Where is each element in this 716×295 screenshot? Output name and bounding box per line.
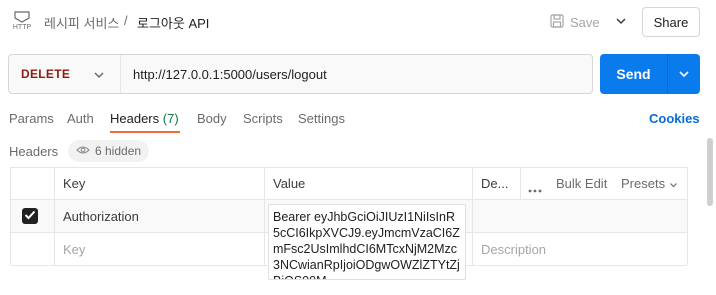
send-button[interactable]: Send [600,54,667,94]
table-row-checkbox-cell [11,233,55,266]
tab-scripts[interactable]: Scripts [243,111,283,126]
url-input[interactable] [129,55,584,93]
svg-text:HTTP: HTTP [13,24,32,31]
tab-auth[interactable]: Auth [67,111,94,126]
send-button-group: Send [600,54,700,94]
active-tab-indicator [110,131,180,133]
more-options-icon[interactable] [528,180,542,198]
cookies-link[interactable]: Cookies [649,111,700,126]
presets-dropdown[interactable]: Presets [621,176,678,191]
share-button[interactable]: Share [642,7,700,37]
headers-section-title: Headers [9,144,59,159]
tab-settings[interactable]: Settings [298,111,345,126]
chevron-down-icon [669,176,678,191]
bulk-edit-button[interactable]: Bulk Edit [556,176,607,191]
save-label: Save [570,14,600,30]
hidden-headers-label: 6 hidden [95,144,142,158]
header-description-cell[interactable] [473,200,687,233]
send-options-button[interactable] [667,54,700,94]
save-options-button[interactable] [609,9,633,33]
checkmark-icon [24,207,36,225]
table-header-checkbox-cell [11,168,55,200]
new-header-key-input[interactable]: Key [55,233,265,266]
tab-headers-count: (7) [162,111,179,126]
breadcrumb-separator: / [124,13,128,28]
vertical-scrollbar[interactable] [707,138,713,206]
new-header-description-input[interactable]: Description [473,233,687,266]
header-key-cell[interactable]: Authorization [55,200,265,233]
http-icon: HTTP [12,10,32,32]
request-header: HTTP 레시피 서비스 / 로그아웃 API Save Share [0,0,716,44]
tab-headers[interactable]: Headers (7) [110,111,179,126]
tab-params[interactable]: Params [9,111,54,126]
chevron-down-icon [615,12,627,30]
eye-icon [76,144,90,158]
header-value-editor[interactable]: Bearer eyJhbGciOiJIUzI1NiIsInR5cCI6IkpXV… [268,204,466,280]
presets-label: Presets [621,176,666,191]
column-header-key: Key [55,168,265,200]
tab-headers-label: Headers [110,111,160,126]
save-icon [550,13,564,31]
chevron-down-icon [678,65,690,83]
tab-body[interactable]: Body [197,111,227,126]
save-button[interactable]: Save [550,10,600,34]
column-header-value: Value [265,168,473,200]
request-title[interactable]: 로그아웃 API [137,13,209,32]
method-label: DELETE [21,67,71,81]
method-select[interactable]: DELETE [9,55,121,93]
header-enabled-checkbox[interactable] [22,208,38,224]
breadcrumb-collection[interactable]: 레시피 서비스 [44,13,119,32]
url-bar: DELETE [8,54,593,94]
hidden-headers-toggle[interactable]: 6 hidden [68,140,150,162]
chevron-down-icon [93,68,105,82]
column-header-description[interactable]: De... [473,168,521,200]
